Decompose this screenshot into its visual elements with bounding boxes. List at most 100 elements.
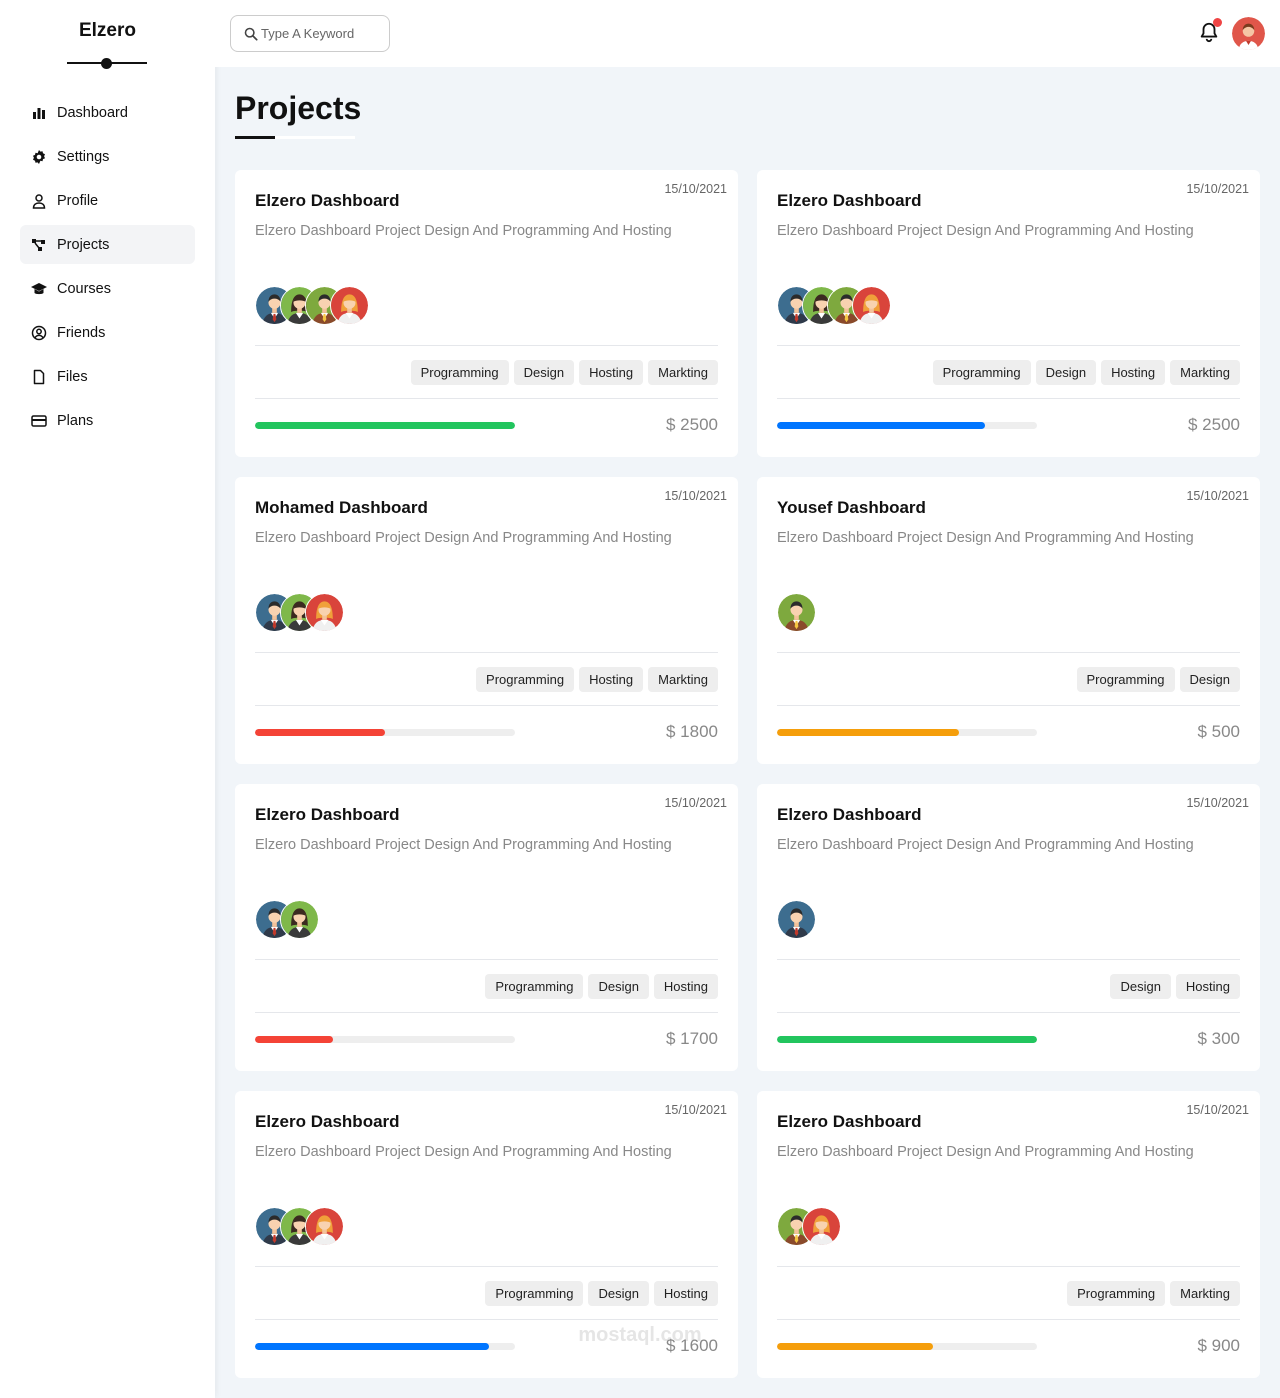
- gear-icon: [30, 148, 48, 166]
- sidebar-item-plans[interactable]: Plans: [20, 401, 195, 440]
- tag-badge: Programming: [410, 360, 509, 385]
- user-avatar[interactable]: [1232, 17, 1265, 50]
- file-icon: [30, 368, 48, 386]
- sidebar-item-files[interactable]: Files: [20, 357, 195, 396]
- team-member-avatar[interactable]: [852, 286, 891, 325]
- brand-title: Elzero: [78, 20, 137, 41]
- tag-badge: Markting: [1170, 1281, 1240, 1306]
- progress-track: [255, 1343, 515, 1350]
- diagram-project-icon: [30, 236, 48, 254]
- card-divider: [777, 345, 1240, 346]
- tag-badge: Hosting: [1101, 360, 1166, 385]
- card-divider: [255, 652, 718, 653]
- team-member-avatar[interactable]: [305, 593, 344, 632]
- card-divider: [255, 398, 718, 399]
- title-underline: [235, 136, 275, 139]
- tag-badge: Programming: [1076, 667, 1175, 692]
- sidebar-item-label: Projects: [57, 236, 110, 253]
- sidebar-item-label: Settings: [57, 148, 110, 165]
- project-tags: Design Hosting: [1110, 974, 1240, 999]
- project-tags: Programming Markting: [1067, 1281, 1240, 1306]
- sidebar-item-projects[interactable]: Projects: [20, 225, 195, 264]
- sidebar-item-label: Plans: [57, 412, 94, 429]
- project-tags: Programming Design: [1076, 667, 1240, 692]
- team-member-avatar[interactable]: [280, 900, 319, 939]
- sidebar-item-profile[interactable]: Profile: [20, 181, 195, 220]
- search-input[interactable]: [261, 26, 381, 41]
- tag-badge: Design: [513, 360, 575, 385]
- project-price: $ 300: [1197, 1029, 1240, 1048]
- project-price: $ 2500: [666, 415, 718, 434]
- user-icon: [30, 192, 48, 210]
- tag-badge: Hosting: [579, 667, 644, 692]
- progress-track: [255, 1036, 515, 1043]
- sidebar-item-dashboard[interactable]: Dashboard: [20, 93, 195, 132]
- project-title: Elzero Dashboard: [255, 805, 400, 824]
- progress-track: [777, 1343, 1037, 1350]
- progress-fill: [255, 422, 515, 429]
- project-date: 15/10/2021: [1186, 489, 1249, 503]
- credit-card-icon: [30, 412, 48, 430]
- sidebar: Elzero Dashboard Settings Profile Projects C…: [0, 0, 215, 1398]
- project-price: $ 1700: [666, 1029, 718, 1048]
- project-title: Elzero Dashboard: [255, 191, 400, 210]
- project-date: 15/10/2021: [664, 1103, 727, 1117]
- card-divider: [255, 959, 718, 960]
- graduation-cap-icon: [30, 280, 48, 298]
- sidebar-item-friends[interactable]: Friends: [20, 313, 195, 352]
- progress-fill: [777, 1036, 1037, 1043]
- project-description: Elzero Dashboard Project Design And Prog…: [777, 223, 1194, 239]
- tag-badge: Hosting: [1175, 974, 1240, 999]
- card-divider: [255, 345, 718, 346]
- team-member-avatar[interactable]: [802, 1207, 841, 1246]
- sidebar-item-settings[interactable]: Settings: [20, 137, 195, 176]
- project-title: Yousef Dashboard: [777, 498, 926, 517]
- team-avatars: [777, 900, 816, 940]
- sidebar-item-label: Friends: [57, 324, 106, 341]
- progress-fill: [777, 1343, 933, 1350]
- user-circle-icon: [30, 324, 48, 342]
- sidebar-item-label: Dashboard: [57, 104, 128, 121]
- card-divider: [255, 705, 718, 706]
- project-card: Elzero Dashboard 15/10/2021 Elzero Dashboa…: [757, 170, 1260, 457]
- card-divider: [255, 1012, 718, 1013]
- project-date: 15/10/2021: [664, 489, 727, 503]
- watermark: mostaql.com: [578, 1324, 702, 1346]
- project-tags: Programming Design Hosting: [485, 974, 718, 999]
- sidebar-item-label: Courses: [57, 280, 111, 297]
- brand-dot: [101, 58, 112, 69]
- tag-badge: Design: [1035, 360, 1097, 385]
- chart-bar-icon: [30, 104, 48, 122]
- team-member-avatar[interactable]: [330, 286, 369, 325]
- project-tags: Programming Design Hosting Markting: [932, 360, 1240, 385]
- project-price: $ 500: [1197, 722, 1240, 741]
- card-divider: [777, 959, 1240, 960]
- progress-track: [777, 422, 1037, 429]
- sidebar-item-label: Files: [57, 368, 88, 385]
- card-divider: [777, 1012, 1240, 1013]
- sidebar-item-courses[interactable]: Courses: [20, 269, 195, 308]
- team-member-avatar[interactable]: [777, 900, 816, 939]
- project-title: Elzero Dashboard: [255, 1112, 400, 1131]
- card-divider: [777, 398, 1240, 399]
- project-price: $ 900: [1197, 1336, 1240, 1355]
- progress-fill: [255, 729, 385, 736]
- project-date: 15/10/2021: [664, 796, 727, 810]
- team-avatars: [255, 286, 369, 326]
- team-member-avatar[interactable]: [305, 1207, 344, 1246]
- search-box[interactable]: [230, 15, 390, 52]
- card-divider: [777, 705, 1240, 706]
- card-divider: [777, 1266, 1240, 1267]
- progress-fill: [255, 1036, 333, 1043]
- tag-badge: Markting: [648, 667, 718, 692]
- team-member-avatar[interactable]: [777, 593, 816, 632]
- tag-badge: Markting: [1170, 360, 1240, 385]
- tag-badge: Hosting: [653, 974, 718, 999]
- progress-track: [777, 1036, 1037, 1043]
- project-card: Yousef Dashboard 15/10/2021 Elzero Dashboa…: [757, 477, 1260, 764]
- card-divider: [777, 1319, 1240, 1320]
- tag-badge: Programming: [485, 974, 584, 999]
- progress-fill: [777, 729, 959, 736]
- team-avatars: [777, 286, 891, 326]
- project-description: Elzero Dashboard Project Design And Prog…: [777, 530, 1194, 546]
